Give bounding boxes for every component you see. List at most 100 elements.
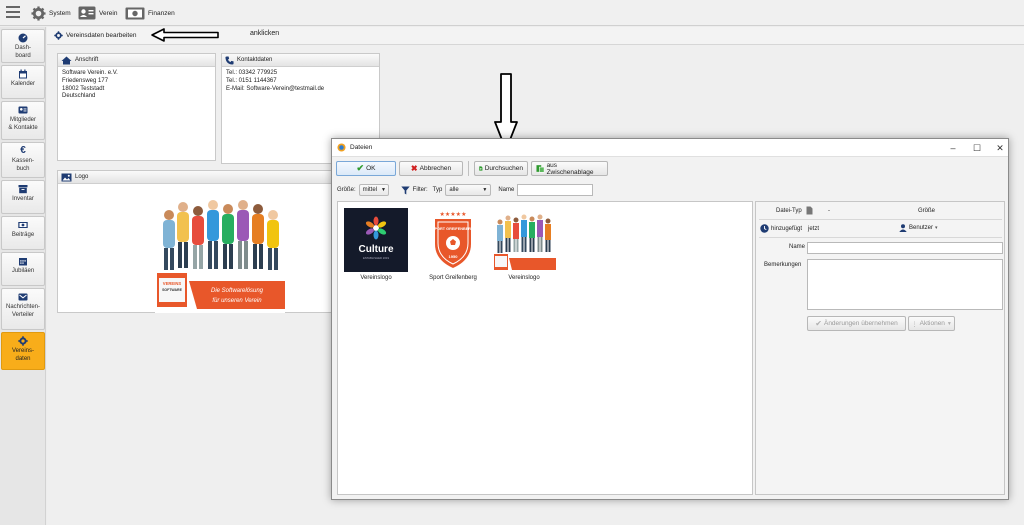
- sidebar-item-label: Inventar: [12, 196, 34, 202]
- thumb-subtext: 1950: [449, 254, 459, 259]
- added-value: jetzt: [808, 226, 820, 232]
- sidebar-item-nachrichten[interactable]: Nachrichten- Verteiler: [1, 288, 45, 330]
- email-line: E-Mail: Software-Verein@testmail.de: [226, 85, 325, 92]
- name-input[interactable]: [807, 242, 1003, 254]
- sidebar-item-label: Beiträge: [11, 232, 35, 238]
- edit-club-data-button[interactable]: Vereinsdaten bearbeiten: [54, 31, 136, 40]
- ok-label: OK: [366, 165, 376, 172]
- added-label: hinzugefügt: [771, 226, 803, 232]
- svg-text:★★★★★: ★★★★★: [440, 211, 467, 218]
- user-label: Benutzer: [909, 225, 934, 231]
- sidebar-item-label: Vereins- daten: [11, 348, 34, 362]
- edit-club-data-label: Vereinsdaten bearbeiten: [66, 32, 137, 39]
- file-tile[interactable]: Vereinslogo: [489, 208, 559, 281]
- verein-button[interactable]: Verein: [78, 5, 117, 21]
- chevron-down-icon: ▼: [482, 187, 488, 193]
- chevron-down-icon: ▾: [935, 225, 938, 231]
- sidebar-item-vereinsdaten[interactable]: Vereins- daten: [1, 332, 45, 370]
- browse-label: Durchsuchen: [484, 165, 523, 172]
- user-select[interactable]: Benutzer ▾: [899, 224, 938, 232]
- filesize-label: Größe: [918, 208, 936, 214]
- top-toolbar: System Verein Finanzen: [0, 0, 1024, 26]
- file-thumbnail: Culture ESTABLISHED 2019: [344, 208, 408, 272]
- browse-button[interactable]: Durchsuchen: [474, 161, 528, 176]
- file-thumbnail: [492, 208, 556, 272]
- apply-changes-label: Änderungen übernehmen: [823, 320, 898, 327]
- file-tile[interactable]: ★★★★★ SPORT GREIFENBERG 1950 Sport Greif…: [418, 208, 488, 281]
- size-select[interactable]: mittel ▼: [358, 184, 389, 196]
- sidebar-item-label: Mitglieder & Kontakte: [8, 117, 38, 131]
- remarks-textarea[interactable]: [807, 259, 1003, 310]
- address-panel-header: Anschrift: [58, 54, 215, 67]
- chevron-down-icon: ▼: [381, 187, 386, 193]
- thumb-subtext: ESTABLISHED 2019: [363, 256, 390, 260]
- banner-line: für unseren Verein: [212, 298, 262, 304]
- actions-menu-button[interactable]: ⋮ Aktionen ▼: [908, 316, 955, 331]
- add-file-icon: [479, 166, 483, 171]
- image-icon: [61, 173, 72, 181]
- ok-button[interactable]: ✔ OK: [336, 161, 396, 176]
- type-value: alle: [449, 187, 459, 193]
- paste-icon: [536, 165, 545, 173]
- gear-icon: [18, 336, 28, 346]
- check-icon: ✔: [815, 319, 822, 328]
- sidebar-item-beitraege[interactable]: Beiträge: [1, 216, 45, 250]
- banner-line: Die Softwarelösung: [211, 288, 264, 294]
- filter-icon: [400, 186, 410, 194]
- thumb-text: Culture: [359, 244, 394, 255]
- sidebar-item-kassenbuch[interactable]: € Kassen- buch: [1, 142, 45, 178]
- file-caption: Sport Greifenberg: [429, 275, 477, 281]
- thumb-text: SPORT GREIFENBERG: [432, 227, 474, 231]
- home-icon: [61, 56, 72, 64]
- sidebar-item-dashboard[interactable]: Dash- board: [1, 29, 45, 63]
- verein-label: Verein: [99, 9, 118, 17]
- calendar-icon: [19, 69, 27, 79]
- system-button[interactable]: System: [31, 5, 71, 21]
- file-details-pane: Datei-Typ - Größe hinzugefügt jetzt Benu…: [755, 201, 1005, 495]
- sidebar-item-label: Jubiläen: [11, 268, 35, 274]
- file-caption: Vereinslogo: [360, 275, 392, 281]
- sidebar-item-jubilaeen[interactable]: Jubiläen: [1, 252, 45, 286]
- menu-icon[interactable]: [6, 6, 20, 18]
- sidebar: Dash- board Kalender Mitglieder & Kontak…: [0, 27, 46, 525]
- file-caption: Vereinslogo: [508, 275, 540, 281]
- filter-label: Filter:: [412, 187, 428, 193]
- sidebar-item-mitglieder[interactable]: Mitglieder & Kontakte: [1, 101, 45, 140]
- gear-icon: [31, 5, 46, 21]
- clipboard-button[interactable]: aus Zwischenablage: [531, 161, 608, 176]
- maximize-button[interactable]: ☐: [970, 142, 984, 154]
- money-icon: [18, 222, 28, 228]
- sidebar-item-inventar[interactable]: Inventar: [1, 180, 45, 214]
- size-label: Größe:: [337, 187, 356, 193]
- box-text: SOFTWARE: [162, 288, 182, 292]
- divider: [759, 237, 1002, 238]
- mail-icon: [18, 293, 28, 301]
- clock-icon: [760, 224, 769, 233]
- check-icon: ✔: [356, 163, 365, 173]
- contact-panel-header: Kontaktdaten: [222, 54, 379, 67]
- phone-line: Tel.: 0151 1144367: [226, 77, 277, 84]
- dialog-title: Dateien: [350, 144, 373, 151]
- dialog-titlebar: Dateien: [332, 139, 1008, 157]
- name-filter-input[interactable]: [517, 184, 594, 196]
- box-text: VEREINS: [163, 281, 182, 286]
- cancel-button[interactable]: ✖ Abbrechen: [399, 161, 463, 176]
- sidebar-item-label: Kalender: [10, 81, 36, 87]
- type-select[interactable]: alle ▼: [445, 184, 492, 196]
- sidebar-item-kalender[interactable]: Kalender: [1, 65, 45, 99]
- toolbar-separator: [468, 161, 469, 176]
- minimize-button[interactable]: –: [946, 142, 960, 154]
- address-line: Friedensweg 177: [62, 77, 109, 84]
- file-tile[interactable]: Culture ESTABLISHED 2019 Vereinslogo: [341, 208, 411, 281]
- remarks-label: Bemerkungen: [764, 262, 802, 268]
- user-icon: [899, 224, 907, 232]
- dialog-toolbar: ✔ OK ✖ Abbrechen Durchsuchen aus Zwische…: [336, 161, 608, 177]
- contacts-icon: [18, 106, 28, 114]
- files-pane: Culture ESTABLISHED 2019 Vereinslogo ★★★…: [337, 201, 753, 495]
- close-button[interactable]: ✕: [993, 142, 1007, 154]
- apply-changes-button[interactable]: ✔ Änderungen übernehmen: [807, 316, 906, 331]
- archive-icon: [18, 185, 28, 194]
- finanzen-button[interactable]: Finanzen: [125, 5, 175, 21]
- files-dialog: Dateien – ☐ ✕ ✔ OK ✖ Abbrechen Durchsuch…: [331, 138, 1009, 500]
- name-label: Name: [789, 244, 806, 250]
